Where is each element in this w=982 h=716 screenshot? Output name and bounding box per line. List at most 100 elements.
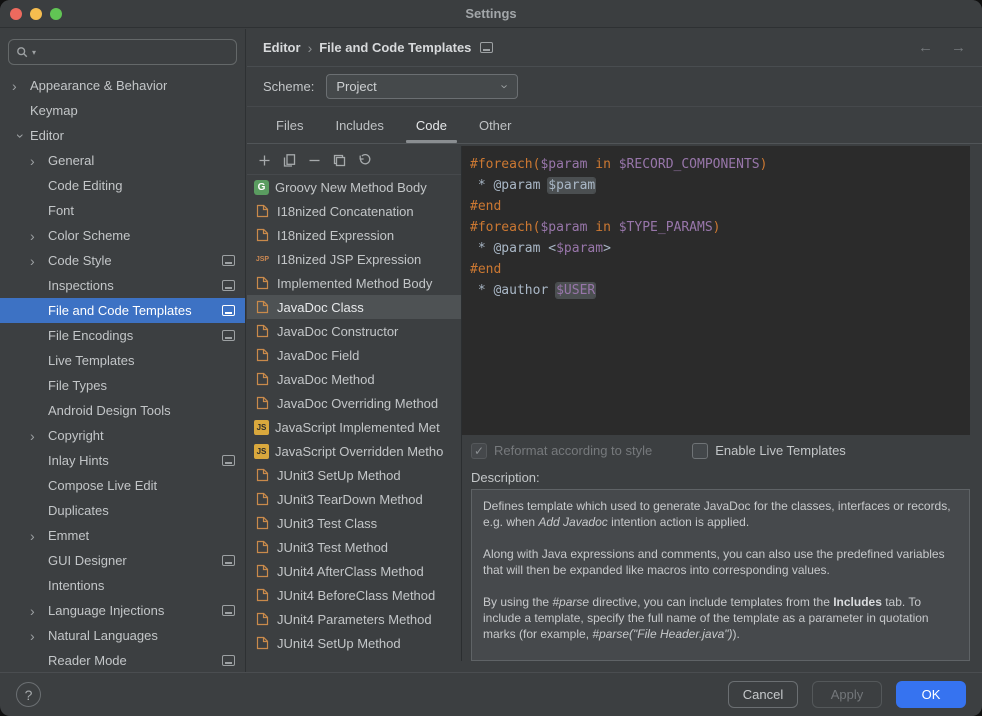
chevron-right-icon[interactable]: › [30, 254, 48, 268]
back-button[interactable]: ← [918, 39, 933, 56]
cancel-button[interactable]: Cancel [728, 681, 798, 708]
file-template-glyph [256, 348, 269, 362]
forward-button[interactable]: → [951, 39, 966, 56]
template-item-i18nized-concatenation[interactable]: I18nized Concatenation [247, 199, 461, 223]
tab-code[interactable]: Code [403, 107, 460, 143]
close-button[interactable] [10, 8, 22, 20]
tab-includes[interactable]: Includes [322, 107, 396, 143]
apply-button: Apply [812, 681, 882, 708]
tab-files[interactable]: Files [263, 107, 316, 143]
chevron-right-icon[interactable]: › [30, 529, 48, 543]
template-item-junit4-setup-method[interactable]: JUnit4 SetUp Method [247, 631, 461, 655]
js-icon: JS [254, 444, 269, 459]
sidebar-item-inlay-hints[interactable]: Inlay Hints [0, 448, 245, 473]
copy-template-button[interactable] [277, 149, 301, 171]
file-template-glyph [256, 204, 269, 218]
sidebar-item-editor[interactable]: ›Editor [0, 123, 245, 148]
sidebar-item-label: Inspections [48, 278, 114, 293]
sidebar-item-label: Font [48, 203, 74, 218]
template-item-junit3-test-method[interactable]: JUnit3 Test Method [247, 535, 461, 559]
sidebar-item-label: File Encodings [48, 328, 133, 343]
traffic-lights [10, 8, 62, 20]
screen-icon [222, 255, 235, 266]
template-item-javascript-implemented-met[interactable]: JSJavaScript Implemented Met [247, 415, 461, 439]
chevron-right-icon[interactable]: › [30, 154, 48, 168]
remove-button[interactable] [302, 149, 326, 171]
template-item-junit4-beforeclass-method[interactable]: JUnit4 BeforeClass Method [247, 583, 461, 607]
breadcrumb-editor[interactable]: Editor [263, 40, 301, 55]
chevron-right-icon[interactable]: › [30, 629, 48, 643]
sidebar-item-gui-designer[interactable]: GUI Designer [0, 548, 245, 573]
sidebar-item-live-templates[interactable]: Live Templates [0, 348, 245, 373]
breadcrumb: Editor › File and Code Templates ← → [247, 29, 982, 67]
sidebar-item-inspections[interactable]: Inspections [0, 273, 245, 298]
sidebar-item-reader-mode[interactable]: Reader Mode [0, 648, 245, 672]
live-templates-checkbox[interactable] [692, 443, 708, 459]
settings-search-input[interactable] [39, 45, 229, 60]
sidebar-item-intentions[interactable]: Intentions [0, 573, 245, 598]
sidebar-item-code-style[interactable]: ›Code Style [0, 248, 245, 273]
sidebar-item-file-encodings[interactable]: File Encodings [0, 323, 245, 348]
sidebar-item-color-scheme[interactable]: ›Color Scheme [0, 223, 245, 248]
sidebar-item-file-and-code-templates[interactable]: File and Code Templates [0, 298, 245, 323]
template-item-javascript-overridden-metho[interactable]: JSJavaScript Overridden Metho [247, 439, 461, 463]
screen-icon [480, 42, 493, 53]
template-item-javadoc-method[interactable]: JavaDoc Method [247, 367, 461, 391]
chevron-right-icon[interactable]: › [12, 79, 30, 93]
sidebar-item-file-types[interactable]: File Types [0, 373, 245, 398]
sidebar-item-font[interactable]: Font [0, 198, 245, 223]
scheme-select[interactable]: Project › [326, 74, 518, 99]
template-item-implemented-method-body[interactable]: Implemented Method Body [247, 271, 461, 295]
template-item-i18nized-expression[interactable]: I18nized Expression [247, 223, 461, 247]
sidebar-item-appearance-behavior[interactable]: ›Appearance & Behavior [0, 73, 245, 98]
template-item-junit4-afterclass-method[interactable]: JUnit4 AfterClass Method [247, 559, 461, 583]
live-templates-option: Enable Live Templates [692, 443, 846, 459]
chevron-right-icon[interactable]: › [30, 604, 48, 618]
sidebar-item-label: GUI Designer [48, 553, 127, 568]
tab-other[interactable]: Other [466, 107, 525, 143]
sidebar-item-android-design-tools[interactable]: Android Design Tools [0, 398, 245, 423]
search-icon[interactable] [16, 46, 29, 59]
template-item-junit4-parameters-method[interactable]: JUnit4 Parameters Method [247, 607, 461, 631]
sidebar-item-duplicates[interactable]: Duplicates [0, 498, 245, 523]
template-item-javadoc-constructor[interactable]: JavaDoc Constructor [247, 319, 461, 343]
add-button[interactable] [252, 149, 276, 171]
template-item-label: JavaDoc Field [277, 348, 359, 363]
sidebar-item-label: Appearance & Behavior [30, 78, 167, 93]
chevron-right-icon[interactable]: › [30, 429, 48, 443]
template-item-junit3-teardown-method[interactable]: JUnit3 TearDown Method [247, 487, 461, 511]
template-item-label: JUnit3 Test Class [277, 516, 377, 531]
description-paragraph: Defines template which used to generate … [483, 498, 958, 530]
sidebar-item-label: Duplicates [48, 503, 109, 518]
sidebar-item-general[interactable]: ›General [0, 148, 245, 173]
settings-search-box[interactable]: ▾ [8, 39, 237, 65]
zoom-button[interactable] [50, 8, 62, 20]
code-line: * @param $param [470, 175, 970, 196]
add-icon [257, 153, 272, 168]
template-item-javadoc-overriding-method[interactable]: JavaDoc Overriding Method [247, 391, 461, 415]
chevron-down-icon[interactable]: › [14, 127, 28, 145]
sidebar-item-keymap[interactable]: Keymap [0, 98, 245, 123]
duplicate-button[interactable] [327, 149, 351, 171]
sidebar-item-compose-live-edit[interactable]: Compose Live Edit [0, 473, 245, 498]
template-item-junit3-setup-method[interactable]: JUnit3 SetUp Method [247, 463, 461, 487]
sidebar-item-code-editing[interactable]: Code Editing [0, 173, 245, 198]
minimize-button[interactable] [30, 8, 42, 20]
sidebar-item-emmet[interactable]: ›Emmet [0, 523, 245, 548]
code-editor[interactable]: #foreach($param in $RECORD_COMPONENTS) *… [462, 146, 970, 435]
template-item-javadoc-class[interactable]: JavaDoc Class [247, 295, 461, 319]
template-item-label: Groovy New Method Body [275, 180, 427, 195]
help-button[interactable]: ? [16, 682, 41, 707]
template-item-groovy-new-method-body[interactable]: GGroovy New Method Body [247, 175, 461, 199]
sidebar-item-language-injections[interactable]: ›Language Injections [0, 598, 245, 623]
sidebar-item-natural-languages[interactable]: ›Natural Languages [0, 623, 245, 648]
settings-window: Settings ▾ ›Appearance & BehaviorKeymap›… [0, 0, 982, 716]
search-options-caret-icon[interactable]: ▾ [32, 48, 36, 57]
template-item-javadoc-field[interactable]: JavaDoc Field [247, 343, 461, 367]
template-item-junit3-test-class[interactable]: JUnit3 Test Class [247, 511, 461, 535]
template-item-i18nized-jsp-expression[interactable]: JSPI18nized JSP Expression [247, 247, 461, 271]
reset-button[interactable] [352, 149, 376, 171]
chevron-right-icon[interactable]: › [30, 229, 48, 243]
ok-button[interactable]: OK [896, 681, 966, 708]
sidebar-item-copyright[interactable]: ›Copyright [0, 423, 245, 448]
